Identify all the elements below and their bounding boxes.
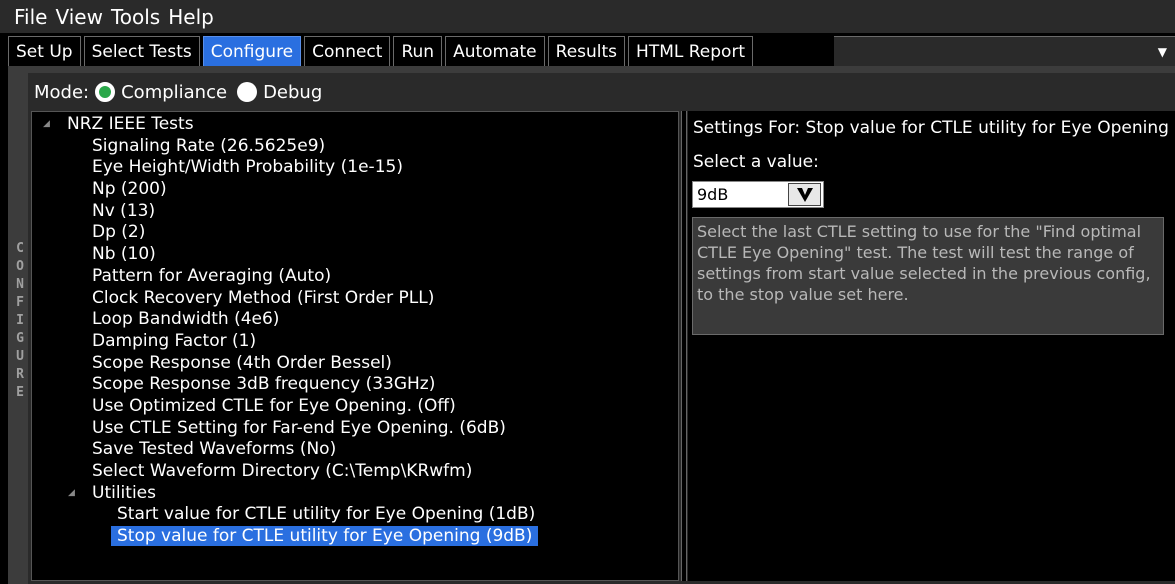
tab-configure[interactable]: Configure xyxy=(202,36,302,66)
settings-title: Settings For: Stop value for CTLE utilit… xyxy=(693,118,1169,138)
tree-item[interactable]: Save Tested Waveforms (No) xyxy=(33,439,538,461)
side-label-letter: F xyxy=(16,295,24,310)
side-label-letter: U xyxy=(16,349,24,364)
chevron-down-icon[interactable] xyxy=(788,183,821,206)
side-label-letter: C xyxy=(16,241,24,256)
menu-file[interactable]: File xyxy=(0,5,47,29)
tree-item[interactable]: Nb (10) xyxy=(33,244,538,266)
tree-item[interactable]: Damping Factor (1) xyxy=(33,331,538,353)
side-label-letter: G xyxy=(16,331,24,346)
tree-item[interactable]: Dp (2) xyxy=(33,222,538,244)
tab-run[interactable]: Run xyxy=(393,36,443,66)
tab-select-tests[interactable]: Select Tests xyxy=(83,36,200,66)
tree-item[interactable]: Clock Recovery Method (First Order PLL) xyxy=(33,288,538,310)
menu-tools[interactable]: Tools xyxy=(103,5,160,29)
tree-item[interactable]: Select Waveform Directory (C:\Temp\KRwfm… xyxy=(33,461,538,483)
select-value-label: Select a value: xyxy=(693,152,819,172)
tab-overflow-icon[interactable]: ▼ xyxy=(1158,45,1167,59)
tree-item[interactable]: Scope Response 3dB frequency (33GHz) xyxy=(33,374,538,396)
tree-item[interactable]: Start value for CTLE utility for Eye Ope… xyxy=(33,504,538,526)
mode-option-compliance[interactable]: Compliance xyxy=(95,82,227,103)
radio-unselected-icon[interactable] xyxy=(237,82,258,102)
setting-description: Select the last CTLE setting to use for … xyxy=(692,217,1164,335)
side-label-letter: I xyxy=(16,313,24,328)
mode-option-debug[interactable]: Debug xyxy=(237,82,322,103)
tree-item[interactable]: Eye Height/Width Probability (1e-15) xyxy=(33,157,538,179)
settings-tree: ◢ NRZ IEEE Tests Signaling Rate (26.5625… xyxy=(33,114,539,548)
tree-item[interactable]: Scope Response (4th Order Bessel) xyxy=(33,353,538,375)
tree-item[interactable]: Nv (13) xyxy=(33,201,538,223)
tab-connect[interactable]: Connect xyxy=(304,36,391,66)
mode-bar: Mode: Compliance Debug xyxy=(28,75,332,109)
side-label-letter: R xyxy=(16,367,24,382)
menu-help[interactable]: Help xyxy=(160,5,214,29)
value-dropdown[interactable]: 9dB xyxy=(692,181,824,208)
tree-item[interactable]: Use CTLE Setting for Far-end Eye Opening… xyxy=(33,418,538,440)
tree-root[interactable]: ◢ NRZ IEEE Tests xyxy=(33,114,538,136)
tree-item[interactable]: Pattern for Averaging (Auto) xyxy=(33,266,538,288)
tab-html-report[interactable]: HTML Report xyxy=(628,36,754,66)
tree-item-selected[interactable]: Stop value for CTLE utility for Eye Open… xyxy=(33,526,539,548)
mode-option-label: Debug xyxy=(263,81,323,103)
tab-automate[interactable]: Automate xyxy=(445,36,545,66)
tree-item[interactable]: Signaling Rate (26.5625e9) xyxy=(33,136,538,158)
mode-label: Mode: xyxy=(34,81,90,103)
configure-side-label: CONFIGURE xyxy=(13,240,27,402)
tree-item[interactable]: Use Optimized CTLE for Eye Opening. (Off… xyxy=(33,396,538,418)
expanded-arrow-icon[interactable]: ◢ xyxy=(68,483,75,505)
tree-item[interactable]: Np (200) xyxy=(33,179,538,201)
radio-selected-icon[interactable] xyxy=(95,82,116,102)
tab-bar: Set Up Select Tests Configure Connect Ru… xyxy=(0,33,1175,66)
mode-option-label: Compliance xyxy=(121,81,228,103)
pane-splitter[interactable] xyxy=(681,111,687,581)
side-label-letter: O xyxy=(16,259,24,274)
tree-group-utilities[interactable]: ◢ Utilities xyxy=(33,483,538,505)
tree-item[interactable]: Loop Bandwidth (4e6) xyxy=(33,309,538,331)
tab-strip-fill xyxy=(834,36,1175,66)
menu-bar: File View Tools Help xyxy=(0,0,1175,33)
expanded-arrow-icon[interactable]: ◢ xyxy=(43,114,50,136)
side-label-letter: N xyxy=(16,277,24,292)
dropdown-value: 9dB xyxy=(697,185,729,204)
tab-set-up[interactable]: Set Up xyxy=(8,36,81,66)
side-label-letter: E xyxy=(16,385,24,400)
tab-results[interactable]: Results xyxy=(547,36,626,66)
menu-view[interactable]: View xyxy=(47,5,102,29)
